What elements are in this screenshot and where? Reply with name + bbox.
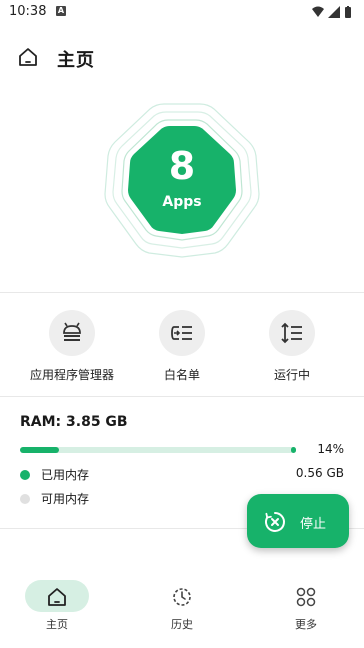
used-memory-value: 0.56 GB [295,466,344,480]
divider [0,396,364,397]
nav-item-home[interactable]: 主页 [17,580,97,632]
system-status-icons [312,6,351,18]
history-icon [173,588,191,606]
nav-history-pill [150,580,214,612]
android-icon [63,322,81,341]
ram-progress-bar [20,447,296,453]
used-memory-row: 已用内存 0.56 GB [20,466,344,484]
free-memory-label: 可用内存 [41,492,90,506]
running-icon-circle [269,310,315,356]
ram-title: RAM: 3.85 GB [20,414,128,430]
home-icon [48,588,66,606]
used-memory-label: 已用内存 [41,468,90,482]
nav-home-pill [25,580,89,612]
app-manager-label: 应用程序管理器 [29,368,114,382]
app-manager-button[interactable]: 应用程序管理器 [17,310,127,383]
stop-icon [265,512,285,532]
app-bar: 主页 [0,36,364,80]
nav-home-label: 主页 [46,618,68,631]
status-time: 10:38 [9,4,47,19]
nav-more-label: 更多 [295,618,317,631]
free-memory-dot [20,494,30,504]
running-button[interactable]: 运行中 [237,310,347,383]
more-grid-icon [296,587,316,607]
whitelist-label: 白名单 [163,368,200,382]
stop-label: 停止 [300,517,327,532]
whitelist-icon [171,326,192,340]
home-icon[interactable] [17,46,39,68]
app-count-badge[interactable]: 8 Apps [104,102,260,258]
app-count-number: 8 [168,144,196,188]
page-title: 主页 [57,50,95,71]
nav-more-pill [274,580,338,612]
ram-progress-fill [20,447,59,453]
nav-item-more[interactable]: 更多 [266,580,346,632]
stop-button[interactable]: 停止 [247,494,349,548]
app-count-label: Apps [162,194,202,210]
nav-item-history[interactable]: 历史 [142,580,222,632]
sort-icon [281,322,302,344]
used-memory-dot [20,470,30,480]
running-label: 运行中 [273,368,310,382]
whitelist-icon-circle [159,310,205,356]
status-bar: 10:38 A [0,0,364,26]
ram-progress-end [291,447,296,453]
ram-percent: 14% [317,442,344,456]
nav-history-label: 历史 [171,618,193,631]
whitelist-button[interactable]: 白名单 [127,310,237,383]
notification-icon: A [56,6,66,16]
divider [0,292,364,293]
bottom-nav: 主页 历史 更多 [0,568,364,648]
app-manager-icon-circle [49,310,95,356]
